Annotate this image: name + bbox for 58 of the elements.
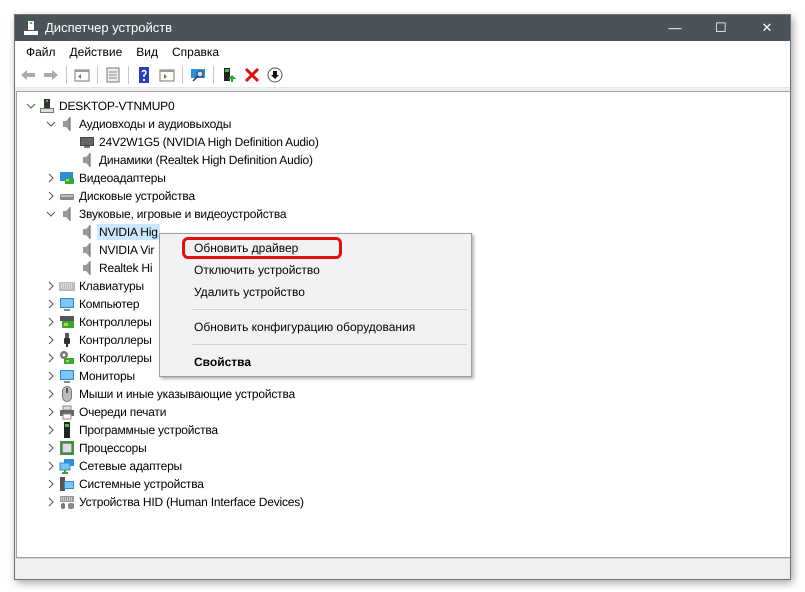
processor-icon bbox=[59, 440, 75, 456]
menu-item[interactable]: Свойства bbox=[162, 351, 469, 373]
storage-controller-icon bbox=[59, 350, 75, 366]
menu-item[interactable]: Удалить устройство bbox=[162, 281, 469, 303]
tree-item[interactable]: Realtek Hi bbox=[97, 260, 154, 276]
close-button[interactable]: ✕ bbox=[744, 15, 790, 41]
delete-icon[interactable] bbox=[244, 67, 260, 83]
tree-item[interactable]: Динамики (Realtek High Definition Audio) bbox=[97, 152, 315, 168]
system-device-icon bbox=[59, 476, 75, 492]
tree-item[interactable]: Системные устройства bbox=[77, 476, 206, 492]
tree-item[interactable]: Мыши и иные указывающие устройства bbox=[77, 386, 297, 402]
minimize-button[interactable]: — bbox=[652, 15, 698, 41]
menu-item[interactable]: Обновить конфигурацию оборудования bbox=[162, 316, 469, 338]
tree-item[interactable]: Контроллеры bbox=[77, 350, 154, 366]
properties-icon[interactable] bbox=[105, 67, 121, 83]
printer-icon bbox=[59, 404, 75, 420]
menu-item[interactable]: Отключить устройство bbox=[162, 259, 469, 281]
tree-item[interactable]: 24V2W1G5 (NVIDIA High Definition Audio) bbox=[97, 134, 321, 150]
tree-item[interactable]: Аудиовходы и аудиовыходы bbox=[77, 116, 234, 132]
tree-item[interactable]: Клавиатуры bbox=[77, 278, 146, 294]
update-driver-icon[interactable] bbox=[221, 67, 237, 83]
tree-item[interactable]: Очереди печати bbox=[77, 404, 168, 420]
tree-item[interactable]: DESKTOP-VTNMUP0 bbox=[57, 98, 176, 114]
tree-item[interactable]: NVIDIA Vir bbox=[97, 242, 156, 258]
window-title: Диспетчер устройств bbox=[45, 19, 172, 38]
tree-item[interactable]: Сетевые адаптеры bbox=[77, 458, 184, 474]
monitor-icon bbox=[79, 134, 95, 150]
tree-item[interactable]: Программные устройства bbox=[77, 422, 220, 438]
menu-item[interactable]: Обновить драйвер bbox=[182, 237, 342, 259]
menu-item[interactable]: Файл bbox=[19, 43, 63, 61]
controller-icon bbox=[59, 314, 75, 330]
monitor-icon bbox=[59, 368, 75, 384]
download-icon[interactable] bbox=[267, 67, 283, 83]
tree-item[interactable]: Звуковые, игровые и видеоустройства bbox=[77, 206, 288, 222]
mouse-icon bbox=[59, 386, 75, 402]
menu-item[interactable]: Вид bbox=[129, 43, 165, 61]
network-adapter-icon bbox=[59, 458, 75, 474]
tree-item[interactable]: Дисковые устройства bbox=[77, 188, 197, 204]
maximize-button[interactable]: ☐ bbox=[698, 15, 744, 41]
tree-item[interactable]: Контроллеры bbox=[77, 332, 154, 348]
tree-pane-icon[interactable] bbox=[74, 67, 90, 83]
tree-item[interactable]: Мониторы bbox=[77, 368, 137, 384]
tree-item[interactable]: Устройства HID (Human Interface Devices) bbox=[77, 494, 306, 510]
monitor-icon bbox=[59, 296, 75, 312]
tree-item[interactable]: NVIDIA Hig bbox=[97, 224, 160, 240]
app-icon bbox=[23, 20, 39, 36]
tree-item[interactable]: Контроллеры bbox=[77, 314, 154, 330]
display-adapter-icon bbox=[59, 170, 75, 186]
hid-device-icon bbox=[59, 494, 75, 510]
action-pane-icon[interactable] bbox=[159, 67, 175, 83]
menu-item[interactable]: Действие bbox=[62, 43, 130, 61]
tree-item[interactable]: Процессоры bbox=[77, 440, 148, 456]
computer-icon bbox=[39, 98, 55, 114]
scan-hardware-icon[interactable] bbox=[190, 67, 206, 83]
tree-item[interactable]: Видеоадаптеры bbox=[77, 170, 168, 186]
tree-item[interactable]: Компьютер bbox=[77, 296, 142, 312]
help-icon[interactable] bbox=[136, 67, 152, 83]
menu-item[interactable]: Справка bbox=[165, 43, 226, 61]
